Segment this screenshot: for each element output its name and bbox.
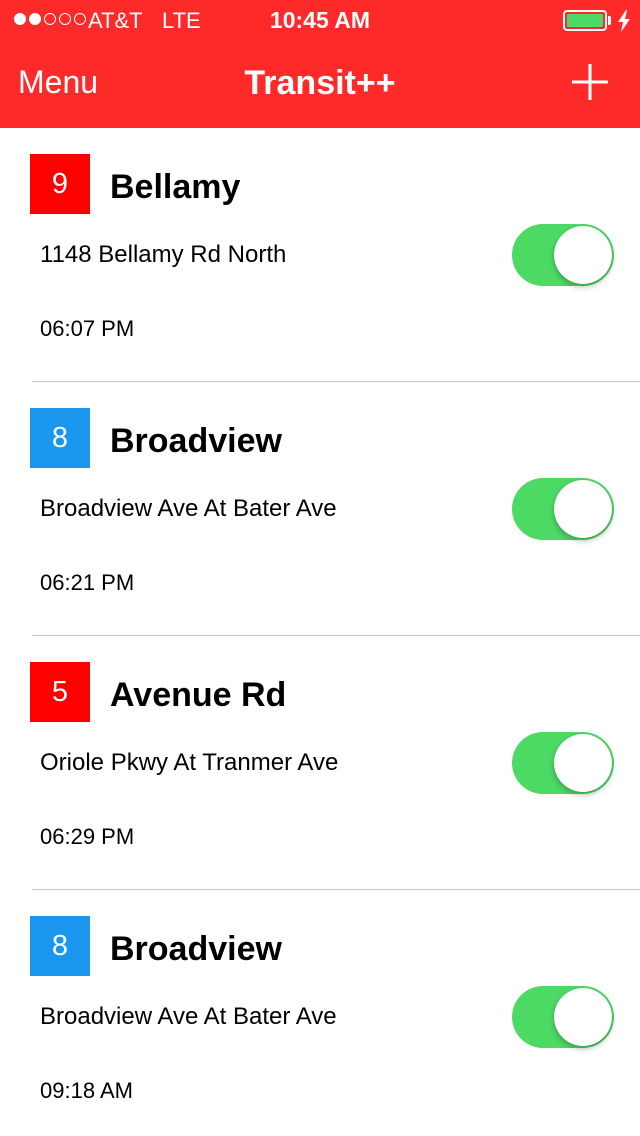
battery-tip: [608, 16, 611, 25]
status-time: 10:45 AM: [269, 7, 371, 33]
battery-icon: [563, 10, 607, 31]
arrival-time: 06:21 PM: [40, 570, 135, 595]
route-name: Avenue Rd: [110, 676, 287, 714]
battery-level: [567, 14, 603, 27]
toggle-knob: [554, 226, 612, 284]
route-alert-toggle[interactable]: [512, 224, 614, 286]
route-row[interactable]: 8 Broadview Broadview Ave At Bater Ave 0…: [0, 890, 640, 1136]
arrival-time: 06:29 PM: [40, 824, 135, 849]
plus-icon[interactable]: [570, 62, 610, 102]
route-name: Broadview: [110, 930, 282, 968]
route-alert-toggle[interactable]: [512, 732, 614, 794]
stop-name: Broadview Ave At Bater Ave: [40, 1003, 337, 1030]
arrival-time: 09:18 AM: [40, 1078, 133, 1103]
route-row[interactable]: 5 Avenue Rd Oriole Pkwy At Tranmer Ave 0…: [0, 636, 640, 890]
route-number-badge: 8: [30, 408, 90, 468]
route-number-badge: 5: [30, 662, 90, 722]
status-bar: AT&T LTE 10:45 AM: [0, 0, 640, 40]
charging-bolt-icon: [618, 10, 630, 32]
toggle-knob: [554, 480, 612, 538]
toggle-knob: [554, 988, 612, 1046]
stop-name: 1148 Bellamy Rd North: [40, 241, 287, 268]
page-title: Transit++: [244, 64, 396, 102]
route-name: Bellamy: [110, 168, 241, 206]
stop-name: Broadview Ave At Bater Ave: [40, 495, 337, 522]
route-number-badge: 8: [30, 916, 90, 976]
top-bar: AT&T LTE 10:45 AM Menu Transit++: [0, 0, 640, 128]
arrival-time: 06:07 PM: [40, 316, 135, 341]
route-number-badge: 9: [30, 154, 90, 214]
route-row[interactable]: 9 Bellamy 1148 Bellamy Rd North 06:07 PM: [0, 128, 640, 382]
route-alert-toggle[interactable]: [512, 478, 614, 540]
route-alert-toggle[interactable]: [512, 986, 614, 1048]
stop-name: Oriole Pkwy At Tranmer Ave: [40, 749, 339, 776]
route-list: 9 Bellamy 1148 Bellamy Rd North 06:07 PM…: [0, 128, 640, 1136]
navigation-bar: Menu Transit++: [0, 40, 640, 128]
route-name: Broadview: [110, 422, 282, 460]
route-row[interactable]: 8 Broadview Broadview Ave At Bater Ave 0…: [0, 382, 640, 636]
toggle-knob: [554, 734, 612, 792]
